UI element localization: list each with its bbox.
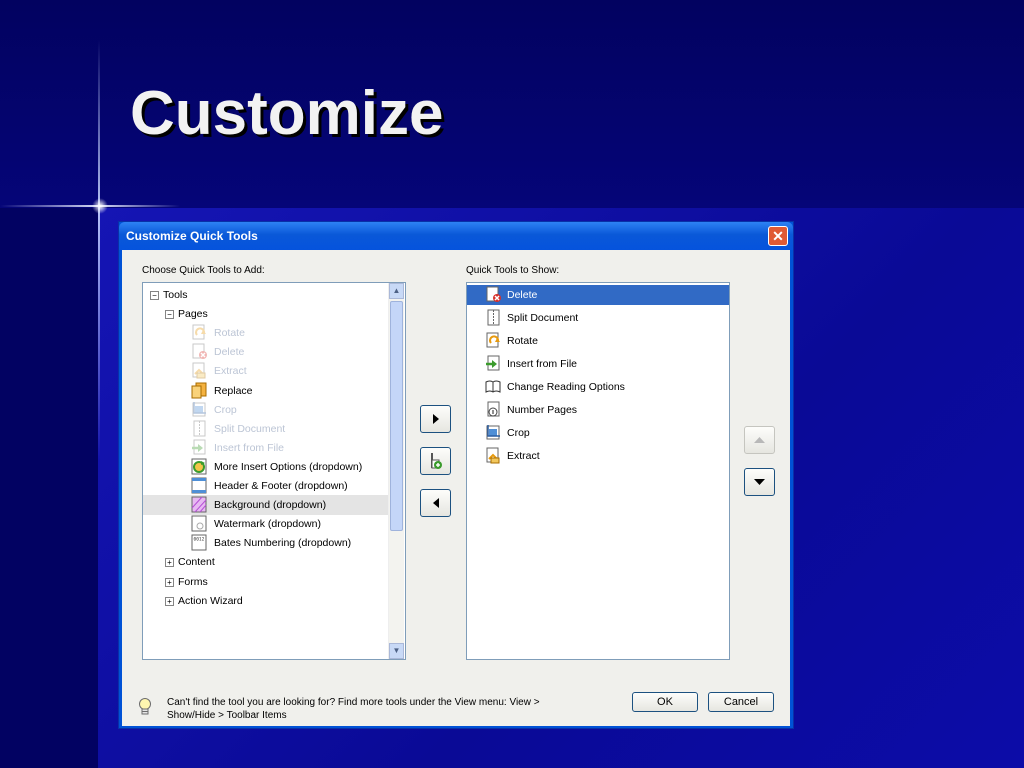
tree-item[interactable]: Background (dropdown)	[143, 495, 389, 516]
tree-item-label: Replace	[214, 384, 253, 397]
expand-icon[interactable]: +	[165, 558, 174, 568]
tree-item-label: Content	[178, 556, 215, 569]
add-separator-button[interactable]	[420, 447, 451, 475]
collapse-icon[interactable]: −	[150, 291, 159, 300]
split-document-icon	[193, 420, 206, 437]
cancel-button[interactable]: Cancel	[708, 692, 774, 712]
expand-icon[interactable]: +	[165, 577, 174, 587]
tree-item-label: Extract	[214, 365, 247, 378]
scroll-down-button[interactable]: ▼	[389, 643, 404, 659]
number-pages-icon	[487, 401, 500, 417]
tree-item-label: Watermark (dropdown)	[214, 518, 321, 531]
tree-scrollbar[interactable]: ▲ ▼	[388, 283, 404, 659]
move-down-button[interactable]	[744, 468, 775, 496]
svg-text:0012: 0012	[194, 537, 205, 543]
tree-item-label: Bates Numbering (dropdown)	[214, 537, 352, 550]
slide-light-flare	[92, 198, 108, 214]
rotate-icon	[486, 332, 500, 348]
dialog-body: Choose Quick Tools to Add: Quick Tools t…	[122, 250, 790, 726]
shown-tool-label: Split Document	[507, 312, 579, 324]
shown-tool-item[interactable]: Rotate	[467, 331, 729, 351]
tree-item-label: Rotate	[214, 327, 245, 340]
shown-tool-label: Delete	[507, 289, 538, 301]
shown-tool-item[interactable]: Extract	[467, 446, 729, 466]
arrow-down-icon	[754, 479, 765, 485]
remove-tool-button[interactable]	[420, 489, 451, 517]
shown-tool-label: Insert from File	[507, 358, 578, 370]
insert-options-icon	[191, 458, 207, 475]
slide-title: Customize	[130, 79, 444, 148]
arrow-left-icon	[433, 498, 439, 508]
shown-tool-item[interactable]: Delete	[467, 285, 729, 305]
insert-from-file-icon	[486, 355, 500, 371]
shown-tool-item[interactable]: Split Document	[467, 308, 729, 328]
tree-item-label: Forms	[178, 575, 208, 588]
tree-item-label: Split Document	[214, 422, 286, 435]
extract-icon	[192, 362, 206, 379]
extract-icon	[486, 447, 500, 464]
delete-page-icon	[486, 286, 501, 302]
tree-item-label: Action Wizard	[178, 594, 243, 607]
arrow-right-icon	[433, 414, 439, 424]
tree-item-label: Delete	[214, 346, 245, 359]
shown-tool-label: Extract	[507, 450, 540, 462]
tree-item-label: Background (dropdown)	[214, 499, 327, 512]
tree-item-label: Insert from File	[214, 441, 285, 454]
rotate-icon	[192, 324, 206, 340]
slide-vertical-rule	[98, 40, 100, 460]
close-button[interactable]: ✕	[768, 226, 788, 246]
bates-numbering-icon: 0012	[191, 534, 207, 551]
arrow-up-icon	[754, 437, 765, 443]
crop-icon	[486, 425, 500, 440]
scroll-thumb[interactable]	[390, 301, 403, 531]
tree-item-label: More Insert Options (dropdown)	[214, 460, 363, 473]
customize-quick-tools-dialog: Customize Quick Tools ✕ Choose Quick Too…	[118, 221, 794, 729]
header-footer-icon	[191, 477, 207, 494]
expand-icon[interactable]: +	[165, 596, 174, 606]
tree-item-label: Crop	[214, 403, 237, 416]
insert-from-file-icon	[192, 439, 206, 455]
hint-text: Can't find the tool you are looking for?…	[167, 697, 540, 721]
collapse-icon[interactable]: −	[165, 310, 174, 320]
add-tool-button[interactable]	[420, 405, 451, 433]
crop-icon	[192, 401, 206, 417]
lightbulb-icon	[139, 698, 151, 715]
shown-tool-label: Number Pages	[507, 404, 578, 416]
reading-options-icon	[485, 380, 501, 393]
dialog-title: Customize Quick Tools	[126, 229, 258, 243]
slide-horizontal-rule	[0, 205, 180, 207]
shown-tool-item[interactable]: Crop	[467, 423, 729, 443]
move-up-button[interactable]	[744, 426, 775, 454]
available-tools-tree[interactable]: − Tools − Pages Rotate Delete Extract Replace Cr…	[142, 282, 406, 660]
shown-tool-label: Rotate	[507, 335, 538, 347]
shown-tool-label: Crop	[507, 427, 530, 439]
tree-item-label: Header & Footer (dropdown)	[214, 480, 348, 492]
ok-button[interactable]: OK	[632, 692, 698, 712]
split-document-icon	[487, 309, 500, 326]
delete-page-icon	[192, 343, 207, 360]
shown-tool-item[interactable]: Insert from File	[467, 354, 729, 374]
slide-left-band	[0, 208, 98, 768]
watermark-icon	[191, 515, 207, 532]
shown-tool-item[interactable]: Change Reading Options	[467, 377, 729, 397]
available-tools-label: Choose Quick Tools to Add:	[142, 265, 265, 276]
tree-item-label: Pages	[178, 308, 208, 321]
shown-tools-list[interactable]: Delete Split Document Rotate Insert from Fi…	[466, 282, 730, 660]
background-icon	[191, 496, 207, 513]
scroll-up-button[interactable]: ▲	[389, 283, 404, 299]
add-separator-icon	[431, 453, 442, 469]
shown-tool-item[interactable]: Number Pages	[467, 400, 729, 420]
replace-icon	[191, 382, 207, 398]
shown-tools-label: Quick Tools to Show:	[466, 265, 560, 276]
tree-item-label: Tools	[163, 289, 188, 301]
dialog-titlebar[interactable]: Customize Quick Tools ✕	[119, 222, 793, 250]
shown-tool-label: Change Reading Options	[507, 381, 625, 393]
